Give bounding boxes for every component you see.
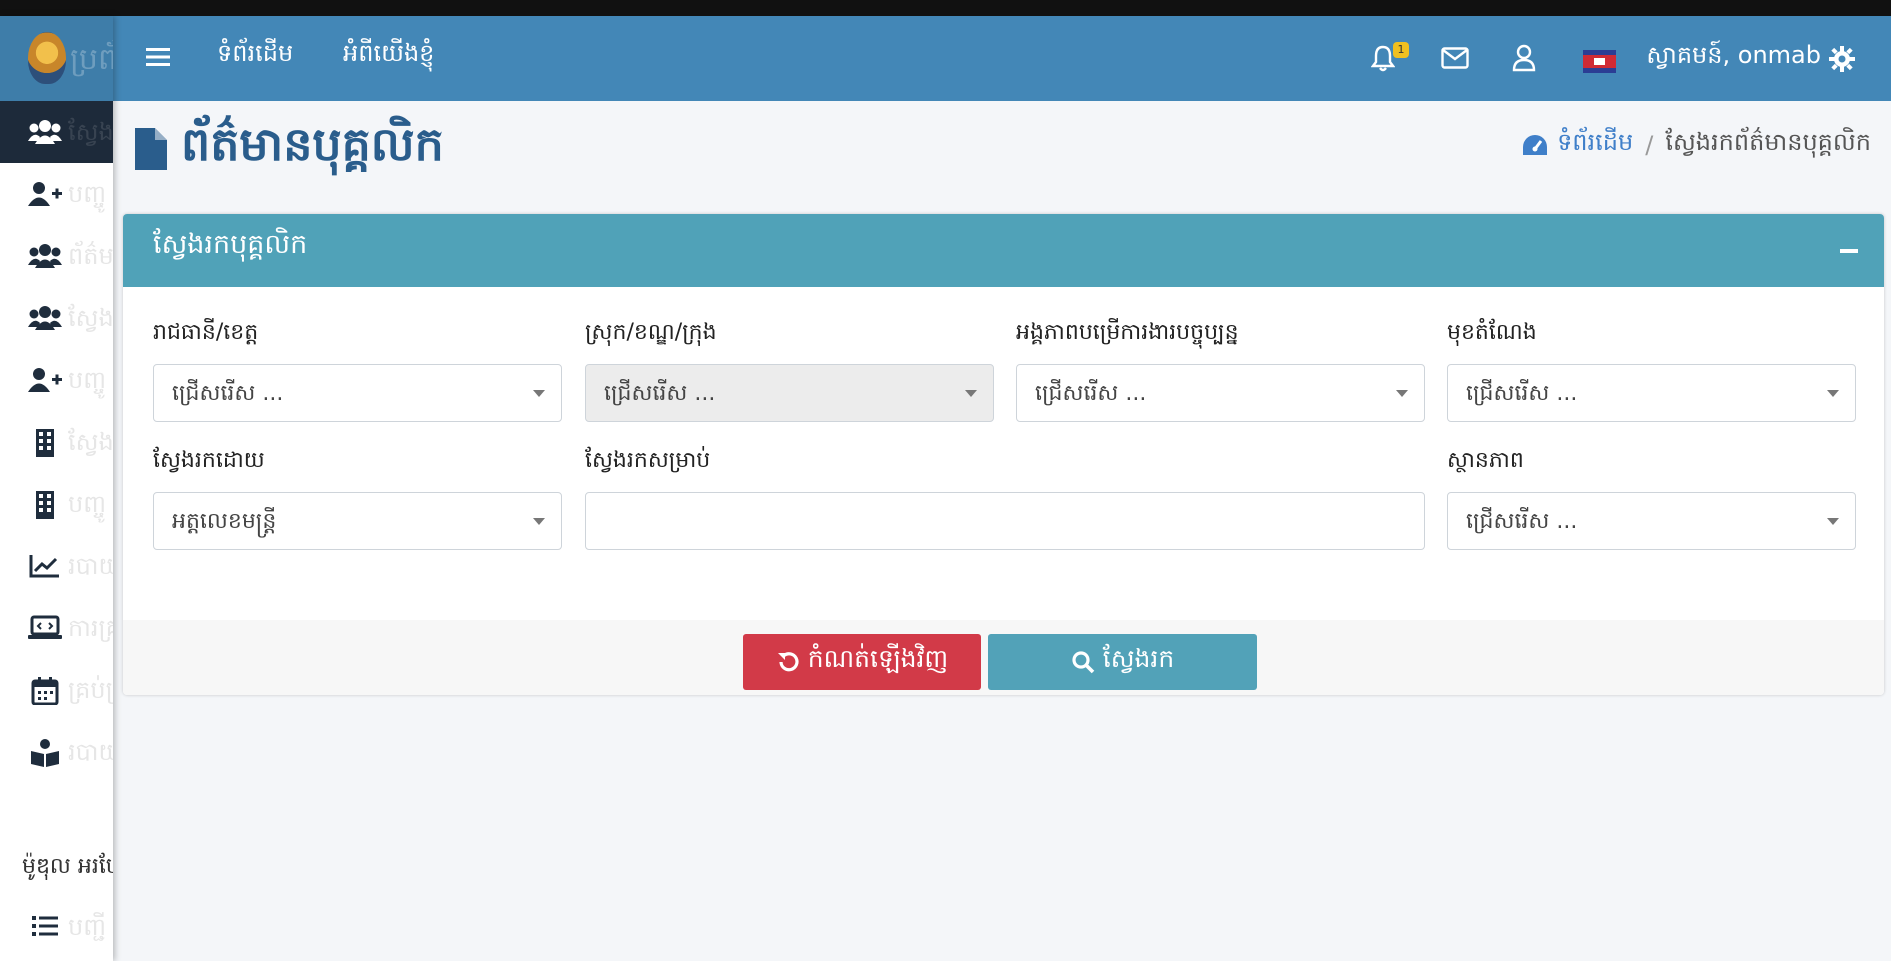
nav-link-home[interactable]: ទំព័រដើម [217, 38, 293, 73]
top-edge-strip [0, 0, 1891, 16]
sidebar-item-label: គ្រប់គ្រ [68, 676, 113, 704]
sidebar-item-label: បញ្ចូ [68, 180, 107, 208]
caret-down-icon [965, 390, 977, 397]
search-by-label: ស្វែងរកដោយ [153, 448, 265, 473]
status-label: ស្ថានភាព [1447, 448, 1524, 473]
sidebar: ប្រព័ ស្វែង បញ្ចូ ព័ត៌ម ស្វែង បញ្ចូ ស្វែ… [0, 16, 113, 961]
unit-select[interactable]: ជ្រើសរើស ... [1016, 364, 1425, 422]
sidebar-item-label: ការគ្រ [68, 614, 113, 642]
reset-button-label: កំណត់ឡើងវិញ [807, 644, 949, 673]
search-for-input[interactable] [585, 492, 1425, 550]
caret-down-icon [1827, 390, 1839, 397]
sidebar-item-label: របាយ [68, 552, 113, 580]
district-label: ស្រុក/ខណ្ឌ/ក្រុង [585, 320, 717, 345]
page-title-text: ព័ត៌មានបុគ្គលិក [181, 116, 444, 171]
breadcrumb-separator: / [1645, 130, 1654, 159]
list-icon [32, 916, 58, 936]
position-label: មុខតំណែង [1447, 320, 1537, 345]
sidebar-item-staff-info[interactable]: ព័ត៌ម [0, 225, 113, 287]
chart-line-icon [29, 555, 59, 578]
top-navbar: ទំព័រដើម អំពីយើងខ្ញុំ 1 ស្វាគមន៍, onmab [113, 16, 1891, 101]
page-title: ព័ត៌មានបុគ្គលិក [135, 117, 444, 179]
emblem-icon [28, 32, 66, 84]
district-select[interactable]: ជ្រើសរើស ... [585, 364, 994, 422]
sidebar-brand-text: ប្រព័ [70, 42, 113, 77]
caret-down-icon [1396, 390, 1408, 397]
sidebar-item-education-report[interactable]: របាយ [0, 721, 113, 783]
district-select-value: ជ្រើសរើស ... [604, 381, 716, 406]
main-content: ព័ត៌មានបុគ្គលិក ទំព័រដើម / ស្វែងរកព័ត៌មា… [113, 101, 1891, 961]
undo-icon [777, 652, 799, 672]
building-icon [36, 491, 54, 519]
status-select-value: ជ្រើសរើស ... [1466, 509, 1578, 534]
sidebar-item-add-group[interactable]: បញ្ចូ [0, 349, 113, 411]
laptop-code-icon [28, 615, 62, 639]
bell-icon[interactable] [1371, 44, 1395, 72]
sidebar-item-label: របាយ [68, 738, 113, 766]
sidebar-item-label: ស្វែង [68, 118, 113, 146]
user-plus-icon [28, 368, 62, 392]
users-icon [28, 244, 62, 268]
file-icon [135, 128, 167, 170]
caret-down-icon [1827, 518, 1839, 525]
reset-button[interactable]: កំណត់ឡើងវិញ [743, 634, 981, 690]
province-select[interactable]: ជ្រើសរើស ... [153, 364, 562, 422]
sidebar-item-search-unit[interactable]: ស្វែង [0, 411, 113, 473]
sidebar-item-search-staff[interactable]: ស្វែង [0, 101, 113, 163]
caret-down-icon [533, 390, 545, 397]
search-icon [1072, 651, 1095, 674]
tachometer-icon [1523, 134, 1548, 155]
collapse-minus-icon[interactable] [1840, 249, 1858, 253]
sidebar-logo[interactable]: ប្រព័ [0, 16, 113, 101]
search-for-label: ស្វែងរកសម្រាប់ [585, 448, 711, 473]
sidebar-item-training[interactable]: ការគ្រ [0, 597, 113, 659]
search-by-select[interactable]: អត្តលេខមន្ត្រី [153, 492, 562, 550]
gear-icon[interactable] [1829, 46, 1855, 72]
sidebar-item-label: បញ្ចូ [68, 366, 107, 394]
sidebar-item-list[interactable]: បញ្ជី [0, 896, 113, 958]
hamburger-menu-icon[interactable] [146, 46, 170, 68]
user-greeting[interactable]: ស្វាគមន៍, onmab [1646, 40, 1821, 75]
sidebar-item-search-group[interactable]: ស្វែង [0, 287, 113, 349]
sidebar-item-schedule[interactable]: គ្រប់គ្រ [0, 659, 113, 721]
user-icon[interactable] [1512, 44, 1536, 72]
caret-down-icon [533, 518, 545, 525]
building-icon [36, 429, 54, 457]
sidebar-item-label: ស្វែង [68, 304, 113, 332]
breadcrumb: ទំព័រដើម / ស្វែងរកព័ត៌មានបុគ្គលិក [1521, 127, 1871, 162]
nav-link-about[interactable]: អំពីយើងខ្ញុំ [343, 38, 434, 73]
sidebar-item-label: ព័ត៌ម [68, 242, 113, 270]
sidebar-section-header: ម៉ូឌុល អរបែ [22, 854, 113, 879]
card-title: ស្វែងរកបុគ្គលិក [153, 229, 308, 260]
user-plus-icon [28, 182, 62, 206]
unit-label: អង្គភាពបម្រើការងារបច្ចុប្បន្ន [1016, 320, 1239, 345]
status-select[interactable]: ជ្រើសរើស ... [1447, 492, 1856, 550]
sidebar-item-report[interactable]: របាយ [0, 535, 113, 597]
search-button[interactable]: ស្វែងរក [988, 634, 1257, 690]
sidebar-item-add-staff[interactable]: បញ្ចូ [0, 163, 113, 225]
breadcrumb-current: ស្វែងរកព័ត៌មានបុគ្គលិក [1665, 128, 1871, 156]
notification-badge: 1 [1393, 42, 1409, 58]
users-icon [28, 120, 62, 144]
position-select-value: ជ្រើសរើស ... [1466, 381, 1578, 406]
cambodia-flag-icon[interactable] [1583, 50, 1616, 73]
calendar-icon [31, 677, 59, 705]
sidebar-item-add-unit[interactable]: បញ្ចូ [0, 473, 113, 535]
card-footer: កំណត់ឡើងវិញ ស្វែងរក [123, 620, 1884, 695]
staff-search-card: ស្វែងរកបុគ្គលិក រាជធានី/ខេត្ត ស្រុក/ខណ្ឌ… [123, 214, 1884, 695]
unit-select-value: ជ្រើសរើស ... [1035, 381, 1147, 406]
province-select-value: ជ្រើសរើស ... [172, 381, 284, 406]
position-select[interactable]: ជ្រើសរើស ... [1447, 364, 1856, 422]
sidebar-item-label: ស្វែង [68, 428, 113, 456]
book-reader-icon [31, 739, 59, 767]
search-button-label: ស្វែងរក [1102, 644, 1175, 673]
search-by-select-value: អត្តលេខមន្ត្រី [172, 509, 277, 534]
sidebar-item-label: បញ្ជី [68, 913, 107, 941]
card-header: ស្វែងរកបុគ្គលិក [123, 214, 1884, 287]
envelope-icon[interactable] [1441, 47, 1469, 69]
users-icon [28, 306, 62, 330]
province-label: រាជធានី/ខេត្ត [153, 320, 259, 345]
breadcrumb-home-link[interactable]: ទំព័រដើម [1557, 127, 1633, 162]
sidebar-item-label: បញ្ចូ [68, 490, 107, 518]
